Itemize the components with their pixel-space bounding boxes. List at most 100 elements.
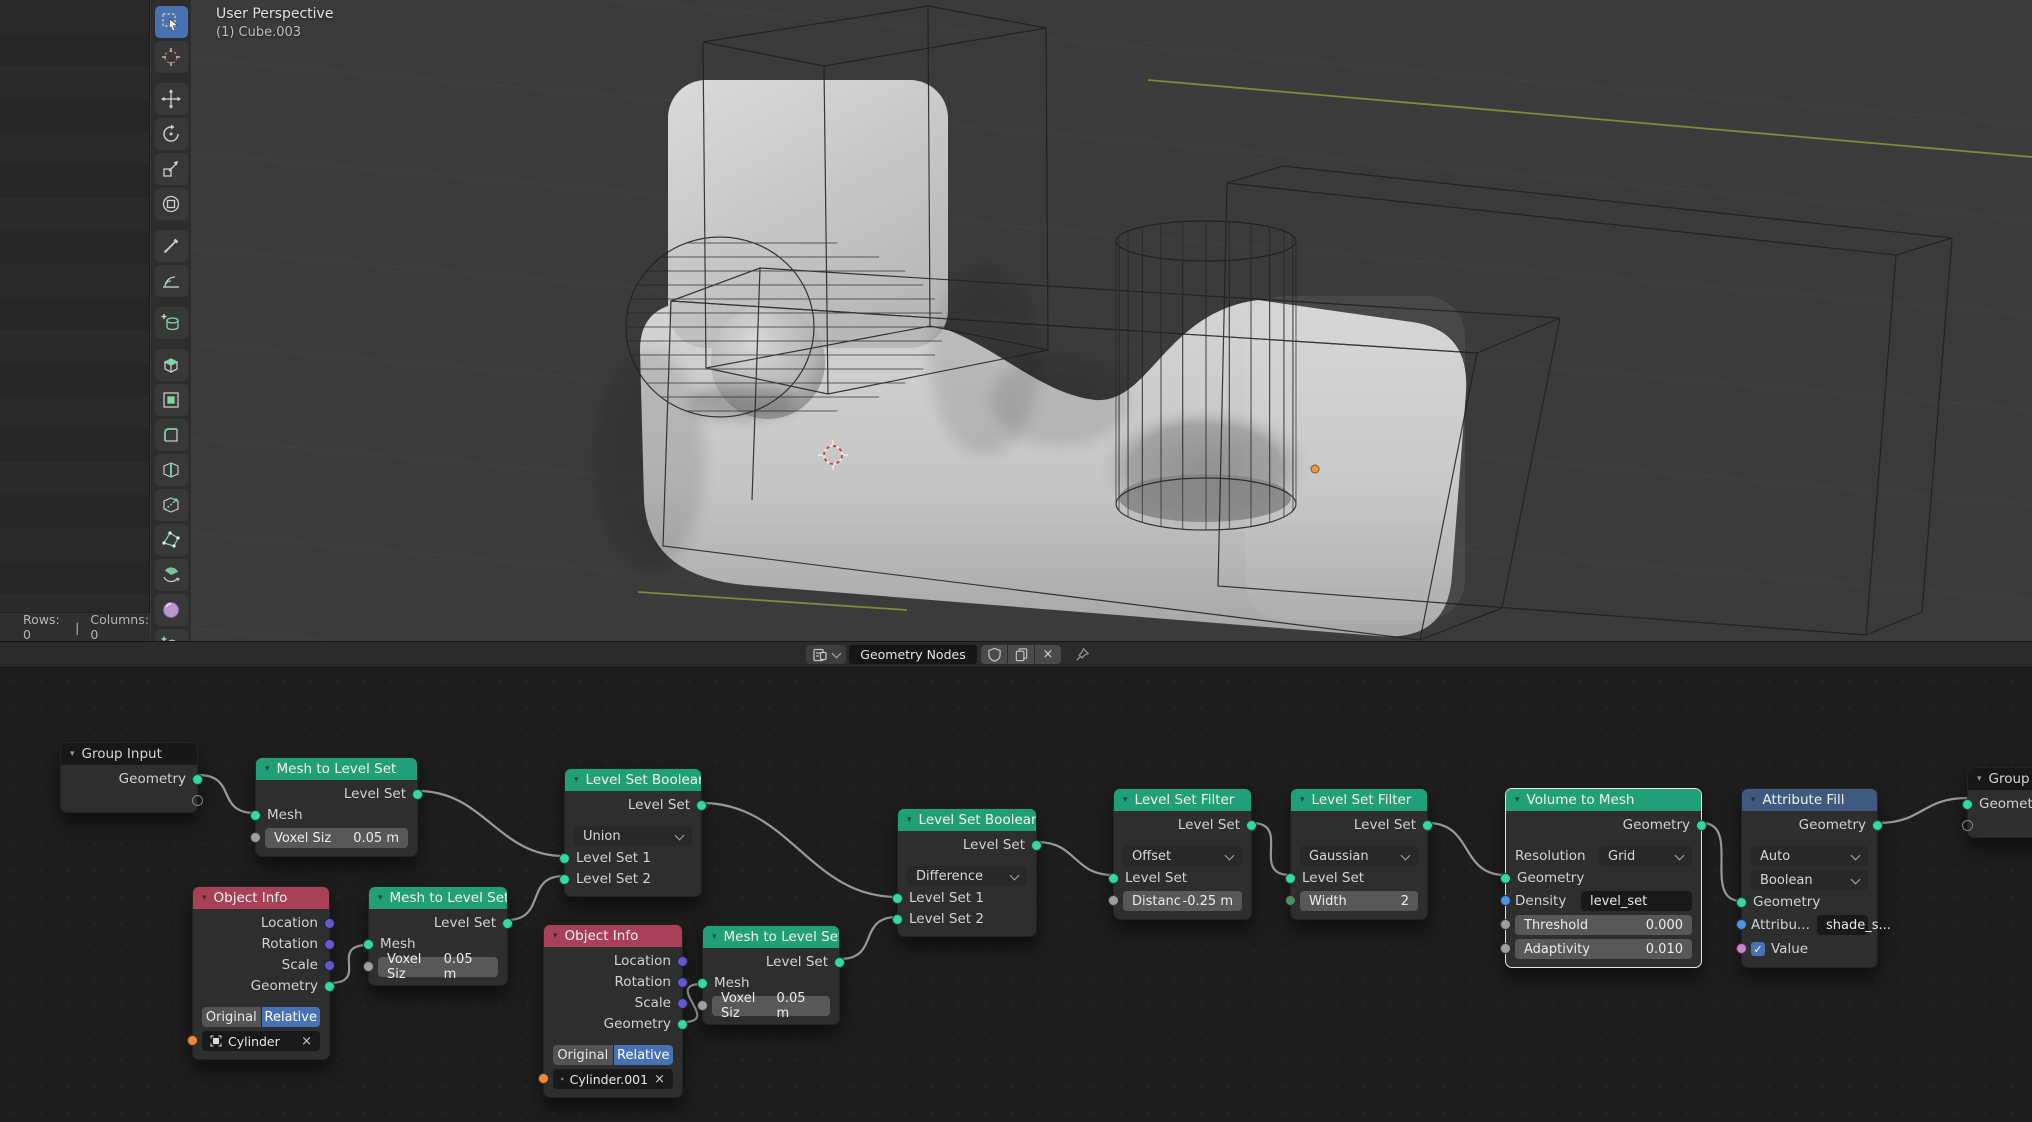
tool-smooth[interactable]	[155, 594, 188, 626]
operation-dropdown[interactable]: Union	[574, 826, 692, 846]
tool-spin[interactable]	[155, 559, 188, 591]
tool-tweak-select[interactable]	[155, 6, 188, 38]
node-header[interactable]: ▾ Group O	[1968, 768, 2032, 790]
node-link[interactable]	[702, 803, 897, 897]
voxel-size-slider[interactable]: Voxel Siz 0.05 m	[378, 957, 498, 977]
socket-level-set-1-input[interactable]	[892, 893, 903, 904]
tool-add-primitive[interactable]	[155, 307, 188, 339]
node-link[interactable]	[507, 876, 564, 920]
socket-location-output[interactable]	[324, 918, 335, 929]
viewport-3d[interactable]: User Perspective (1) Cube.003	[0, 0, 2032, 641]
collapse-icon[interactable]: ▾	[1977, 768, 1982, 790]
node-link[interactable]	[1252, 823, 1290, 875]
resolution-dropdown[interactable]: Grid	[1599, 846, 1692, 866]
node-attribute-fill[interactable]: ▾ Attribute Fill Geometry Auto Boolean	[1741, 788, 1878, 968]
node-header[interactable]: ▾ Level Set Filter	[1114, 789, 1251, 811]
node-header[interactable]: ▾ Level Set Boolean	[898, 809, 1036, 831]
socket-level-set-output[interactable]	[696, 800, 707, 811]
socket-location-output[interactable]	[677, 956, 688, 967]
socket-geometry-input[interactable]	[1500, 873, 1511, 884]
socket-width-input[interactable]	[1285, 895, 1296, 906]
node-object-info-2[interactable]: ▾ Object Info Location Rotation Scale Ge…	[543, 924, 683, 1098]
socket-geometry-input[interactable]	[1736, 897, 1747, 908]
node-mesh-to-level-set-3[interactable]: ▾ Mesh to Level Set Level Set Mesh Voxel…	[702, 925, 840, 1025]
socket-mesh-input[interactable]	[250, 810, 261, 821]
socket-level-set-output[interactable]	[1246, 820, 1257, 831]
node-tree-browse-button[interactable]	[806, 645, 846, 664]
density-field[interactable]: level_set	[1581, 891, 1692, 911]
relative-option[interactable]: Relative	[262, 1007, 321, 1027]
collapse-icon[interactable]: ▾	[378, 887, 383, 909]
node-mesh-to-level-set-2[interactable]: ▾ Mesh to Level Set Level Set Mesh Voxel…	[368, 886, 508, 986]
socket-rotation-output[interactable]	[677, 977, 688, 988]
node-level-set-boolean-1[interactable]: ▾ Level Set Boolean Level Set Union Leve…	[564, 768, 702, 897]
socket-threshold-input[interactable]	[1500, 919, 1511, 930]
node-object-info-1[interactable]: ▾ Object Info Location Rotation Scale Ge…	[192, 886, 330, 1060]
socket-scale-output[interactable]	[324, 960, 335, 971]
socket-voxel-size-input[interactable]	[363, 961, 374, 972]
node-volume-to-mesh[interactable]: ▾ Volume to Mesh Geometry Resolution Gri…	[1505, 788, 1702, 968]
tool-cursor[interactable]	[155, 41, 188, 73]
duplicate-button[interactable]	[1008, 645, 1034, 664]
tool-extrude-region[interactable]	[155, 349, 188, 381]
attribute-field[interactable]: shade_s...	[1817, 915, 1868, 935]
socket-geometry-input[interactable]	[1962, 799, 1973, 810]
clear-object-icon[interactable]: ×	[654, 1072, 665, 1087]
socket-object-input[interactable]	[187, 1035, 198, 1046]
node-link[interactable]	[1878, 798, 1967, 823]
collapse-icon[interactable]: ▾	[70, 743, 75, 765]
socket-scale-output[interactable]	[677, 998, 688, 1009]
filter-mode-dropdown[interactable]: Gaussian	[1300, 846, 1418, 866]
collapse-icon[interactable]: ▾	[553, 925, 558, 947]
adaptivity-slider[interactable]: Adaptivity 0.010	[1515, 939, 1692, 959]
node-editor[interactable]: ▾ Group Input Geometry ▾ Mesh to Level S…	[0, 668, 2032, 1122]
node-tree-name-field[interactable]: Geometry Nodes	[849, 645, 977, 664]
socket-adaptivity-input[interactable]	[1500, 943, 1511, 954]
clear-object-icon[interactable]: ×	[301, 1034, 312, 1049]
socket-level-set-output[interactable]	[834, 957, 845, 968]
unlink-button[interactable]: ×	[1035, 645, 1061, 664]
original-option[interactable]: Original	[553, 1045, 613, 1065]
collapse-icon[interactable]: ▾	[1123, 789, 1128, 811]
node-header[interactable]: ▾ Level Set Boolean	[565, 769, 701, 791]
node-link[interactable]	[1428, 823, 1505, 875]
tool-transform[interactable]	[155, 188, 188, 220]
socket-mesh-input[interactable]	[697, 978, 708, 989]
socket-level-set-1-input[interactable]	[559, 853, 570, 864]
socket-mesh-input[interactable]	[363, 939, 374, 950]
socket-virtual[interactable]	[192, 795, 203, 806]
collapse-icon[interactable]: ▾	[202, 887, 207, 909]
node-link[interactable]	[198, 775, 255, 813]
collapse-icon[interactable]: ▾	[712, 926, 717, 948]
operation-dropdown[interactable]: Difference	[907, 866, 1027, 886]
socket-geometry-output[interactable]	[192, 774, 203, 785]
node-header[interactable]: ▾ Object Info	[544, 925, 682, 947]
collapse-icon[interactable]: ▾	[1751, 789, 1756, 811]
socket-geometry-output[interactable]	[324, 981, 335, 992]
socket-geometry-output[interactable]	[1872, 820, 1883, 831]
node-group-output[interactable]: ▾ Group O Geometry	[1967, 767, 2032, 838]
socket-level-set-2-input[interactable]	[892, 914, 903, 925]
spreadsheet-panel[interactable]: Rows: 0 | Columns: 0	[0, 0, 150, 641]
collapse-icon[interactable]: ▾	[1515, 789, 1520, 811]
node-header[interactable]: ▾ Level Set Filter	[1291, 789, 1427, 811]
filter-mode-dropdown[interactable]: Offset	[1123, 846, 1242, 866]
tool-move[interactable]	[155, 83, 188, 115]
node-group-input[interactable]: ▾ Group Input Geometry	[60, 742, 198, 813]
socket-value-input[interactable]	[1736, 943, 1747, 954]
tool-loop-cut[interactable]	[155, 454, 188, 486]
node-level-set-filter-1[interactable]: ▾ Level Set Filter Level Set Offset Leve…	[1113, 788, 1252, 920]
socket-distance-input[interactable]	[1108, 895, 1119, 906]
width-slider[interactable]: Width 2	[1300, 891, 1418, 911]
collapse-icon[interactable]: ▾	[1300, 789, 1305, 811]
socket-geometry-output[interactable]	[1696, 820, 1707, 831]
object-origin-dot[interactable]	[1311, 465, 1319, 473]
node-header[interactable]: ▾ Mesh to Level Set	[256, 758, 417, 780]
threshold-slider[interactable]: Threshold 0.000	[1515, 915, 1692, 935]
distance-slider[interactable]: Distanc -0.25 m	[1123, 891, 1242, 911]
socket-level-set-output[interactable]	[412, 789, 423, 800]
tool-knife[interactable]	[155, 489, 188, 521]
tool-rotate[interactable]	[155, 118, 188, 150]
socket-density-input[interactable]	[1500, 895, 1511, 906]
node-mesh-to-level-set-1[interactable]: ▾ Mesh to Level Set Level Set Mesh Voxel…	[255, 757, 418, 857]
